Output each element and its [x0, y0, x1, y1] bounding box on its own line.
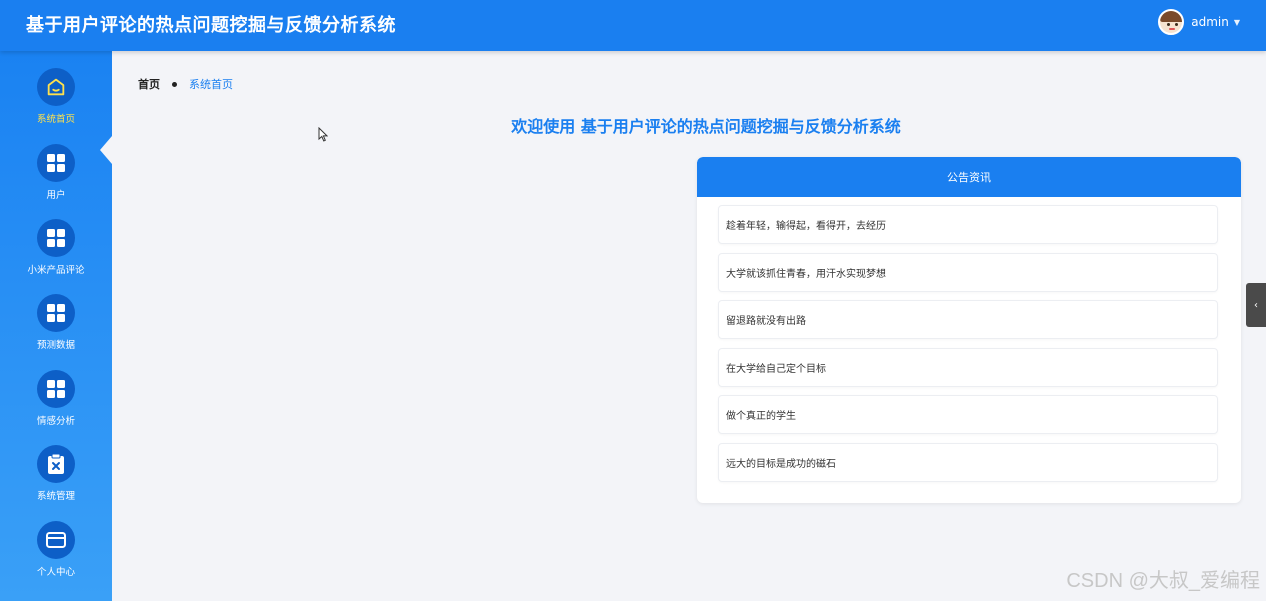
sidebar-item-sentiment[interactable]: 情感分析: [0, 370, 112, 442]
notice-item[interactable]: 留退路就没有出路: [718, 300, 1218, 339]
notice-item[interactable]: 在大学给自己定个目标: [718, 347, 1218, 387]
breadcrumb: 首页 系统首页: [138, 76, 233, 92]
watermark: CSDN @大叔_爱编程: [1066, 570, 1260, 592]
sidebar-item-label: 个人中心: [36, 567, 75, 578]
notice-list: 趁着年轻，输得起，看得开，去经历 大学就该抓住青春，用汗水实现梦想 留退路就没有…: [718, 205, 1218, 490]
notice-item[interactable]: 远大的目标是成功的磁石: [718, 442, 1218, 482]
grid-icon: [37, 144, 75, 182]
sidebar-item-label: 系统管理: [36, 491, 75, 502]
grid-icon: [37, 370, 75, 408]
notice-item[interactable]: 趁着年轻，输得起，看得开，去经历: [718, 205, 1218, 244]
sidebar-item-label: 用户: [46, 190, 66, 201]
grid-icon: [37, 219, 75, 257]
welcome-title: 欢迎使用 基于用户评论的热点问题挖掘与反馈分析系统: [511, 117, 901, 136]
clipboard-x-icon: [37, 445, 75, 483]
avatar[interactable]: [1158, 9, 1185, 35]
mouse-cursor-icon: [318, 126, 329, 146]
sidebar-item-home[interactable]: 系统首页: [0, 68, 112, 140]
top-bar: 基于用户评论的热点问题挖掘与反馈分析系统 admin ▼: [0, 0, 1266, 51]
card-icon: [37, 521, 75, 559]
notice-title: 公告资讯: [697, 157, 1241, 197]
sidebar-item-label: 系统首页: [36, 114, 75, 125]
sidebar-item-label: 情感分析: [36, 416, 75, 427]
sidebar: 系统首页 用户 小米产品评论 预测数据 情感分析 系统管理 个人中心: [0, 51, 112, 601]
app-title: 基于用户评论的热点问题挖掘与反馈分析系统: [26, 15, 396, 36]
sidebar-item-prediction[interactable]: 预测数据: [0, 294, 112, 366]
grid-icon: [37, 294, 75, 332]
notice-item[interactable]: 大学就该抓住青春，用汗水实现梦想: [718, 252, 1218, 292]
sidebar-item-users[interactable]: 用户: [0, 144, 112, 216]
breadcrumb-separator: [172, 81, 177, 87]
sidebar-item-label: 预测数据: [36, 340, 75, 351]
home-icon: [37, 68, 75, 106]
sidebar-item-product-reviews[interactable]: 小米产品评论: [0, 219, 112, 291]
notice-item[interactable]: 做个真正的学生: [718, 395, 1218, 434]
breadcrumb-current[interactable]: 系统首页: [189, 76, 233, 92]
sidebar-item-system-management[interactable]: 系统管理: [0, 445, 112, 517]
user-menu[interactable]: admin ▼: [1158, 8, 1240, 36]
sidebar-item-profile[interactable]: 个人中心: [0, 521, 112, 593]
chevron-left-icon[interactable]: ‹: [1246, 283, 1266, 327]
sidebar-item-label: 小米产品评论: [27, 265, 85, 276]
breadcrumb-home[interactable]: 首页: [138, 76, 160, 92]
chevron-down-icon[interactable]: ▼: [1234, 18, 1240, 27]
username[interactable]: admin: [1191, 15, 1229, 29]
notice-panel: 公告资讯 趁着年轻，输得起，看得开，去经历 大学就该抓住青春，用汗水实现梦想 留…: [697, 157, 1241, 503]
